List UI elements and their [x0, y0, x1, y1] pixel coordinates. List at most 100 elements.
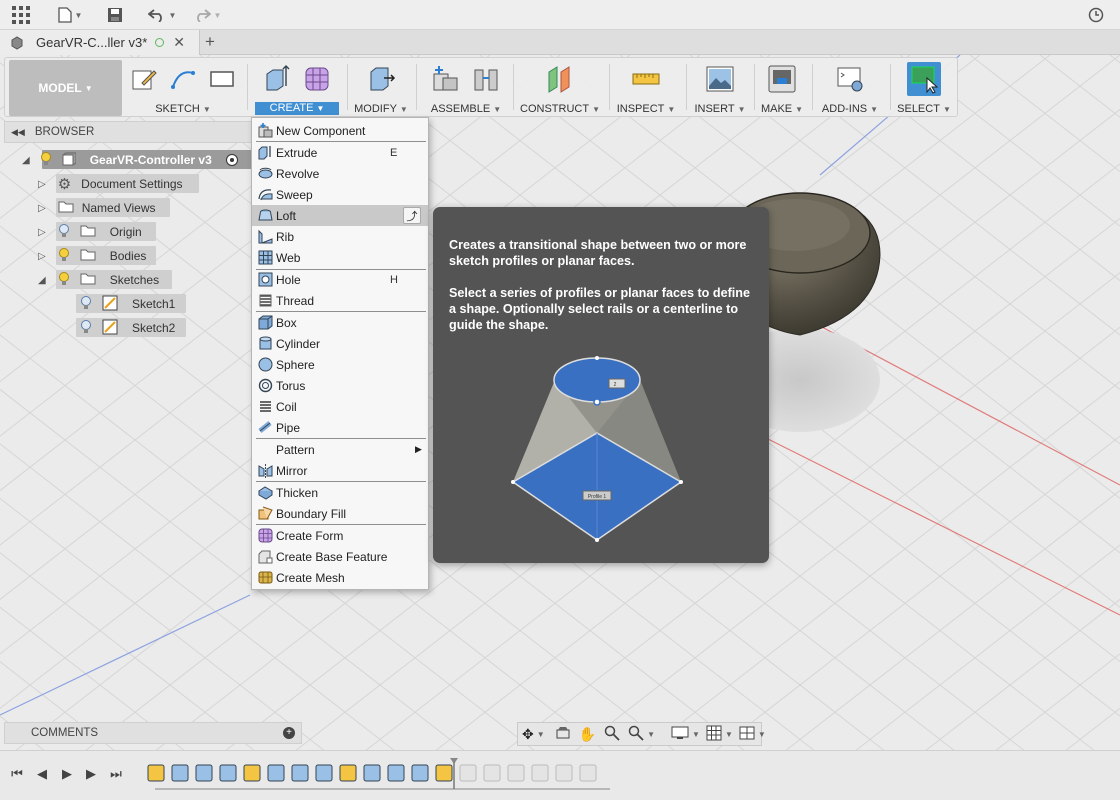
menu-item-pattern[interactable]: Pattern ▶	[252, 439, 428, 460]
step-forward-icon[interactable]: ▶	[82, 765, 100, 783]
insert-image-icon[interactable]	[703, 62, 737, 96]
construct-group[interactable]: CONSTRUCT ▼	[517, 58, 603, 116]
joint-icon[interactable]	[469, 62, 503, 96]
press-pull-icon[interactable]	[364, 62, 398, 96]
fit-view-icon[interactable]	[628, 725, 644, 744]
add-ins-group[interactable]: ADD-INS ▼	[815, 58, 885, 116]
timeline-feature-icon[interactable]	[339, 764, 357, 782]
zoom-icon[interactable]	[604, 725, 620, 744]
timeline-feature-icon[interactable]	[243, 764, 261, 782]
menu-item-torus[interactable]: Torus	[252, 375, 428, 396]
timeline-feature-icon[interactable]	[579, 764, 597, 782]
expanded-triangle-icon[interactable]: ◢	[38, 275, 46, 286]
look-at-icon[interactable]	[555, 726, 571, 743]
timeline-feature-icon[interactable]	[435, 764, 453, 782]
add-comment-icon[interactable]: +	[283, 727, 295, 739]
go-to-end-icon[interactable]: ⏭	[107, 765, 125, 783]
tree-row-named-views[interactable]: ▷ Named Views	[38, 199, 156, 217]
collapsed-triangle-icon[interactable]: ▷	[38, 203, 46, 214]
data-panel-grid-icon[interactable]	[10, 4, 32, 26]
timeline-feature-icon[interactable]	[147, 764, 165, 782]
visibility-bulb-off-icon[interactable]	[58, 223, 70, 241]
tree-row-root[interactable]: ◢ GearVR-Controller v3	[22, 151, 238, 169]
timeline-feature-icon[interactable]	[315, 764, 333, 782]
menu-item-mirror[interactable]: Mirror	[252, 460, 428, 481]
tree-row-bodies[interactable]: ▷ Bodies	[38, 247, 146, 265]
tree-row-sketch1[interactable]: Sketch1	[80, 295, 175, 313]
insert-group[interactable]: INSERT ▼	[689, 58, 751, 116]
workspace-switcher-button[interactable]: MODEL ▼	[9, 60, 122, 116]
job-status-clock-icon[interactable]	[1086, 4, 1106, 26]
menu-item-extrude[interactable]: Extrude E	[252, 142, 428, 163]
timeline-features[interactable]	[140, 756, 620, 796]
timeline-feature-icon[interactable]	[483, 764, 501, 782]
comments-panel-header[interactable]: COMMENTS +	[4, 722, 302, 744]
expanded-triangle-icon[interactable]: ◢	[22, 155, 30, 166]
visibility-bulb-icon[interactable]	[58, 271, 70, 289]
timeline-feature-icon[interactable]	[507, 764, 525, 782]
menu-item-create-base-feature[interactable]: Create Base Feature	[252, 546, 428, 567]
pan-hand-icon[interactable]: ✋	[579, 726, 596, 743]
timeline-feature-icon[interactable]	[387, 764, 405, 782]
sketch-group[interactable]: SKETCH ▼	[127, 58, 239, 116]
close-tab-icon[interactable]: ✕	[173, 34, 185, 51]
menu-item-create-form[interactable]: Create Form	[252, 525, 428, 546]
menu-item-box[interactable]: Box	[252, 312, 428, 333]
make-group[interactable]: MAKE ▼	[757, 58, 807, 116]
collapse-browser-icon[interactable]: ◀◀	[11, 127, 25, 138]
extrude-icon[interactable]	[260, 62, 294, 96]
select-cursor-icon[interactable]	[907, 62, 941, 96]
display-settings-icon[interactable]	[671, 726, 689, 743]
modify-group[interactable]: MODIFY ▼	[349, 58, 413, 116]
menu-item-loft[interactable]: Loft ⤴	[252, 205, 428, 226]
tree-row-document-settings[interactable]: ▷ ⚙ Document Settings	[38, 175, 183, 193]
new-component-icon[interactable]	[429, 62, 463, 96]
offset-plane-icon[interactable]	[543, 62, 577, 96]
menu-item-rib[interactable]: Rib	[252, 226, 428, 247]
step-back-icon[interactable]: ◀	[33, 765, 51, 783]
menu-item-thicken[interactable]: Thicken	[252, 482, 428, 503]
document-tab[interactable]: GearVR-C...ller v3* ✕	[0, 30, 200, 55]
grid-settings-icon[interactable]	[706, 725, 722, 744]
file-menu-icon[interactable]: ▼	[55, 4, 85, 26]
timeline-feature-icon[interactable]	[171, 764, 189, 782]
menu-item-coil[interactable]: Coil	[252, 396, 428, 417]
menu-item-pipe[interactable]: Pipe	[252, 417, 428, 438]
visibility-bulb-icon[interactable]	[40, 151, 52, 169]
form-icon[interactable]	[300, 62, 334, 96]
timeline-feature-icon[interactable]	[363, 764, 381, 782]
activate-radio-icon[interactable]	[225, 154, 238, 166]
menu-item-web[interactable]: Web	[252, 247, 428, 268]
measure-icon[interactable]	[629, 62, 663, 96]
menu-item-boundary-fill[interactable]: Boundary Fill	[252, 503, 428, 524]
timeline-feature-icon[interactable]	[459, 764, 477, 782]
inspect-group[interactable]: INSPECT ▼	[611, 58, 681, 116]
timeline-feature-icon[interactable]	[291, 764, 309, 782]
tree-row-origin[interactable]: ▷ Origin	[38, 223, 142, 241]
timeline-feature-icon[interactable]	[219, 764, 237, 782]
visibility-bulb-off-icon[interactable]	[80, 295, 92, 313]
scripts-addins-icon[interactable]	[833, 62, 867, 96]
select-group[interactable]: SELECT ▼	[893, 58, 955, 116]
menu-item-thread[interactable]: Thread	[252, 290, 428, 311]
viewports-icon[interactable]	[739, 726, 755, 743]
new-tab-plus-icon[interactable]: +	[205, 32, 215, 52]
save-icon[interactable]	[105, 4, 125, 26]
timeline-feature-icon[interactable]	[267, 764, 285, 782]
timeline-feature-icon[interactable]	[195, 764, 213, 782]
menu-item-new-component[interactable]: New Component	[252, 120, 428, 141]
collapsed-triangle-icon[interactable]: ▷	[38, 227, 46, 238]
collapsed-triangle-icon[interactable]: ▷	[38, 251, 46, 262]
menu-item-hole[interactable]: Hole H	[252, 269, 428, 290]
3d-print-icon[interactable]	[765, 62, 799, 96]
menu-item-create-mesh[interactable]: Create Mesh	[252, 567, 428, 588]
go-to-start-icon[interactable]: ⏮	[8, 765, 26, 783]
play-icon[interactable]: ▶	[58, 765, 76, 783]
create-group[interactable]: CREATE ▼	[253, 58, 341, 116]
timeline-feature-icon[interactable]	[555, 764, 573, 782]
tree-row-sketches[interactable]: ◢ Sketches	[38, 271, 159, 289]
menu-item-sweep[interactable]: Sweep	[252, 184, 428, 205]
redo-icon[interactable]: ▼	[190, 4, 224, 26]
orbit-icon[interactable]: ✥	[522, 726, 534, 743]
assemble-group[interactable]: ASSEMBLE ▼	[419, 58, 513, 116]
